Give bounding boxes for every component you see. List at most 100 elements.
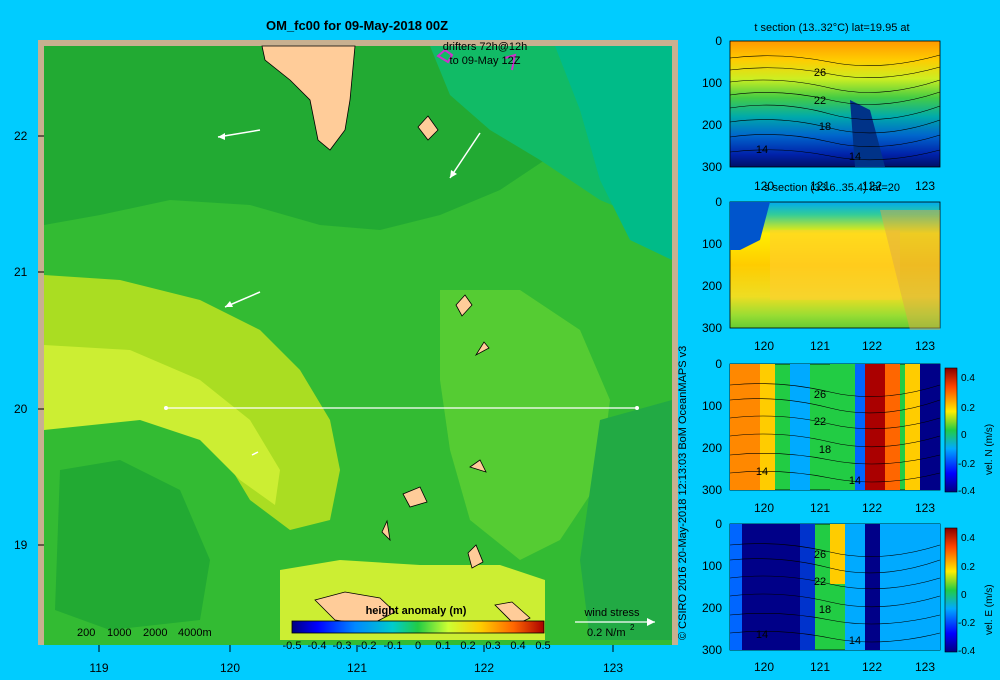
panel-title: t section (13..32°C) lat=19.95 at <box>754 22 909 34</box>
depth-label: 200 <box>77 627 95 639</box>
colorbar-tick: 0.3 <box>485 640 500 652</box>
colorbar-tick: 0 <box>961 590 967 601</box>
y-tick-label: 200 <box>702 441 722 455</box>
velocity-colorbar <box>944 367 958 493</box>
contour-label: 26 <box>814 549 826 561</box>
x-tick-label: 122 <box>862 660 882 674</box>
y-tick-label: 300 <box>702 643 722 657</box>
drifters-label-2: to 09-May 12Z <box>450 55 521 67</box>
y-tick-label: 19 <box>14 538 28 552</box>
depth-label: 2000 <box>143 627 167 639</box>
panel-title: s section (33.6..35.4) lat=20 <box>764 182 900 194</box>
colorbar-tick: 0 <box>961 430 967 441</box>
section-start-marker <box>164 406 168 410</box>
drifters-label-1: drifters 72h@12h <box>443 41 528 53</box>
y-tick-label: 300 <box>702 321 722 335</box>
velocity-band <box>920 364 940 490</box>
contour-label: 22 <box>814 416 826 428</box>
colorbar-tick: 0.2 <box>961 562 975 573</box>
x-tick-label: 123 <box>915 660 935 674</box>
section-end-marker <box>635 406 639 410</box>
colorbar-tick: -0.5 <box>283 640 302 652</box>
colorbar-bar <box>291 620 545 634</box>
x-tick-label: 122 <box>862 339 882 353</box>
velocity-band <box>865 364 885 490</box>
credit-text: © CSIRO 2016 20-May-2018 12:13:03 BoM Oc… <box>677 345 689 640</box>
y-tick-label: 100 <box>702 559 722 573</box>
colorbar-label: vel. E (m/s) <box>984 584 995 635</box>
wind-stress-scale: 0.2 N/m <box>587 627 626 639</box>
colorbar-tick: -0.3 <box>333 640 352 652</box>
velocity-band <box>845 524 865 650</box>
contour-label: 14 <box>849 635 861 647</box>
x-tick-label: 122 <box>474 661 494 675</box>
colorbar-tick: -0.4 <box>308 640 327 652</box>
x-tick-label: 123 <box>915 179 935 193</box>
depth-label: 1000 <box>107 627 131 639</box>
colorbar-tick: 0 <box>415 640 421 652</box>
colorbar-tick: -0.4 <box>958 486 976 497</box>
x-tick-label: 120 <box>754 501 774 515</box>
velocity-band <box>790 364 810 490</box>
wind-stress-label: wind stress <box>583 607 640 619</box>
panel-temperature: t section (13..32°C) lat=19.95 at 26 22 … <box>702 22 941 193</box>
x-tick-label: 123 <box>915 339 935 353</box>
x-tick-label: 121 <box>810 339 830 353</box>
velocity-band <box>865 524 880 650</box>
y-tick-label: 200 <box>702 601 722 615</box>
contour-label: 14 <box>849 151 861 163</box>
colorbar-tick: -0.1 <box>384 640 403 652</box>
colorbar-title: height anomaly (m) <box>366 605 467 617</box>
contour-label: 18 <box>819 604 831 616</box>
contour-label: 26 <box>814 67 826 79</box>
colorbar-tick: 0.4 <box>510 640 525 652</box>
contour-label: 14 <box>756 466 768 478</box>
contour-label: 26 <box>814 389 826 401</box>
colorbar-tick: -0.2 <box>958 459 976 470</box>
velocity-band <box>730 524 742 650</box>
velocity-colorbar <box>944 527 958 653</box>
y-tick-label: 200 <box>702 118 722 132</box>
panel-velocity-north: 26 22 18 14 14 0 100 200 300 120 121 122… <box>702 357 995 515</box>
x-tick-label: 120 <box>754 339 774 353</box>
y-tick-label: 0 <box>715 195 722 209</box>
main-map-title: OM_fc00 for 09-May-2018 00Z <box>266 18 448 33</box>
y-tick-label: 100 <box>702 399 722 413</box>
depth-label: 4000m <box>178 627 212 639</box>
x-tick-label: 123 <box>603 661 623 675</box>
x-tick-label: 123 <box>915 501 935 515</box>
colorbar-tick: -0.2 <box>358 640 377 652</box>
velocity-band <box>830 364 855 490</box>
panel-velocity-east: 26 22 18 14 14 0 100 200 300 120 121 122… <box>702 517 995 674</box>
velocity-band <box>855 364 865 490</box>
velocity-band <box>830 524 845 584</box>
colorbar-label: vel. N (m/s) <box>984 424 995 475</box>
y-tick-label: 21 <box>14 265 28 279</box>
colorbar-tick: 0.5 <box>535 640 550 652</box>
y-tick-label: 100 <box>702 76 722 90</box>
y-tick-label: 20 <box>14 402 28 416</box>
contour-label: 14 <box>756 144 768 156</box>
x-tick-label: 121 <box>810 501 830 515</box>
x-tick-label: 122 <box>862 501 882 515</box>
y-tick-label: 22 <box>14 129 28 143</box>
panel-feature <box>770 230 900 300</box>
y-tick-label: 0 <box>715 517 722 531</box>
colorbar-tick: 0.1 <box>435 640 450 652</box>
main-map <box>38 40 678 645</box>
contour-label: 18 <box>819 444 831 456</box>
y-tick-label: 100 <box>702 237 722 251</box>
velocity-band <box>905 364 920 490</box>
figure: OM_fc00 for 09-May-2018 00Z drifters 72h… <box>14 18 995 675</box>
panel-salinity: s section (33.6..35.4) lat=20 0 100 200 … <box>702 182 941 353</box>
colorbar-tick: 0.4 <box>961 533 975 544</box>
y-tick-label: 300 <box>702 483 722 497</box>
contour-label: 22 <box>814 576 826 588</box>
colorbar-tick: 0.4 <box>961 373 975 384</box>
contour-label: 22 <box>814 95 826 107</box>
x-tick-label: 119 <box>89 661 108 675</box>
velocity-band <box>742 524 800 650</box>
velocity-band <box>800 524 815 650</box>
velocity-band <box>880 524 940 650</box>
y-tick-label: 0 <box>715 357 722 371</box>
